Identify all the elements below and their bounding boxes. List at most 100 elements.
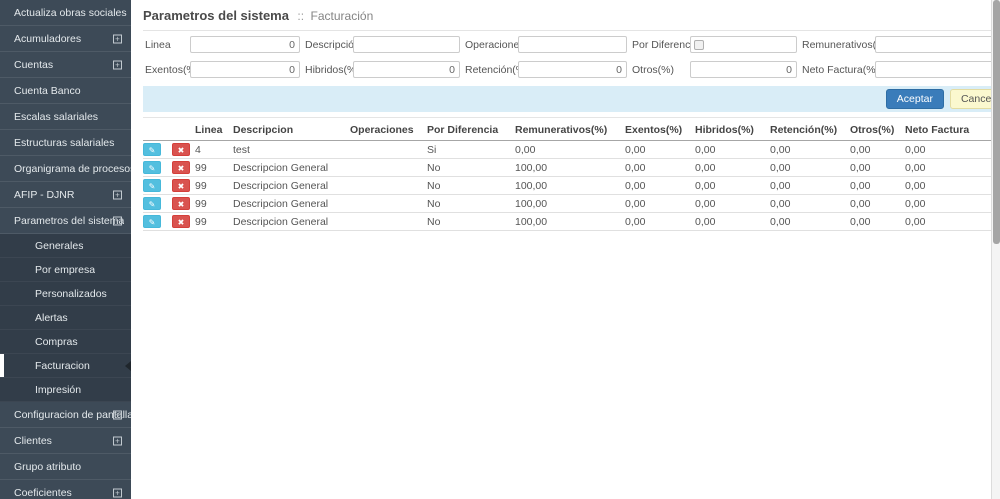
cell-por-diferencia: Si [427, 141, 515, 159]
cell-por-diferencia: No [427, 177, 515, 195]
expand-icon[interactable]: + [113, 410, 122, 419]
sidebar-item-facturacion-active[interactable]: Facturacion [0, 354, 131, 378]
otros-input[interactable] [690, 61, 797, 78]
table-row: ✎ ✖ 99 Descripcion General No 100,00 0,0… [143, 159, 1000, 177]
retencion-label: Retención(%) [463, 64, 518, 76]
edit-row-button[interactable]: ✎ [143, 215, 161, 228]
field-linea: Linea [143, 36, 303, 53]
cell-operaciones [350, 141, 427, 159]
cell-hibridos: 0,00 [695, 177, 770, 195]
sidebar-item-coeficientes[interactable]: Coeficientes + [0, 480, 131, 499]
por-diferencia-checkbox[interactable] [694, 40, 704, 50]
cell-operaciones [350, 159, 427, 177]
cell-linea: 99 [195, 195, 233, 213]
cell-otros: 0,00 [850, 141, 905, 159]
cell-por-diferencia: No [427, 159, 515, 177]
sidebar-item-afip-djnr[interactable]: AFIP - DJNR + [0, 182, 131, 208]
sidebar-item-configuracion-de-pantallas[interactable]: Configuracion de pantallas + [0, 402, 131, 428]
table-header-operaciones: Operaciones [350, 118, 427, 141]
operaciones-input[interactable] [518, 36, 627, 53]
delete-row-button[interactable]: ✖ [172, 161, 190, 174]
page-title: Parametros del sistema [143, 8, 289, 23]
pencil-icon: ✎ [149, 218, 156, 227]
cell-otros: 0,00 [850, 195, 905, 213]
linea-input[interactable] [190, 36, 300, 53]
sidebar-item-escalas-salariales[interactable]: Escalas salariales [0, 104, 131, 130]
vertical-scrollbar-track[interactable] [991, 0, 1000, 499]
remunerativos-input[interactable] [875, 36, 1000, 53]
cell-hibridos: 0,00 [695, 159, 770, 177]
field-hibridos: Hibridos(%) [303, 61, 463, 78]
delete-x-icon: ✖ [178, 182, 185, 191]
delete-row-button[interactable]: ✖ [172, 215, 190, 228]
delete-row-button[interactable]: ✖ [172, 179, 190, 192]
expand-icon[interactable]: + [113, 34, 122, 43]
pencil-icon: ✎ [149, 182, 156, 191]
breadcrumb-separator: :: [297, 9, 304, 23]
sidebar-item-label: AFIP - DJNR [14, 189, 74, 201]
sidebar-item-label: Generales [35, 240, 83, 252]
edit-row-button[interactable]: ✎ [143, 179, 161, 192]
expand-icon[interactable]: + [113, 190, 122, 199]
otros-label: Otros(%) [630, 64, 690, 76]
edit-row-button[interactable]: ✎ [143, 143, 161, 156]
exentos-input[interactable] [190, 61, 300, 78]
accept-button[interactable]: Aceptar [886, 89, 944, 109]
retencion-input[interactable] [518, 61, 627, 78]
delete-row-button[interactable]: ✖ [172, 197, 190, 210]
cell-remunerativos: 100,00 [515, 159, 625, 177]
neto-factura-input[interactable] [875, 61, 1000, 78]
field-exentos: Exentos(%) [143, 61, 303, 78]
edit-row-button[interactable]: ✎ [143, 161, 161, 174]
cell-neto-factura: 0,00 [905, 141, 1000, 159]
cell-exentos: 0,00 [625, 177, 695, 195]
cell-operaciones [350, 213, 427, 231]
sidebar-item-personalizados[interactable]: Personalizados [0, 282, 131, 306]
cell-actions: ✎ [143, 177, 172, 195]
sidebar-item-generales[interactable]: Generales [0, 234, 131, 258]
sidebar-item-compras[interactable]: Compras [0, 330, 131, 354]
linea-label: Linea [143, 39, 190, 51]
expand-icon[interactable]: + [113, 60, 122, 69]
sidebar-item-parametros-del-sistema[interactable]: Parametros del sistema − [0, 208, 131, 234]
table-header-hibridos: Hibridos(%) [695, 118, 770, 141]
sidebar-item-actualiza-obras-sociales[interactable]: Actualiza obras sociales [0, 0, 131, 26]
sidebar-item-label: Estructuras salariales [14, 137, 114, 149]
cell-por-diferencia: No [427, 213, 515, 231]
cell-remunerativos: 100,00 [515, 213, 625, 231]
sidebar-item-estructuras-salariales[interactable]: Estructuras salariales [0, 130, 131, 156]
delete-row-button[interactable]: ✖ [172, 143, 190, 156]
descripcion-input[interactable] [353, 36, 460, 53]
cell-descripcion: Descripcion General [233, 195, 350, 213]
vertical-scrollbar-thumb[interactable] [993, 0, 1000, 244]
sidebar-item-organigrama-de-procesos[interactable]: Organigrama de procesos [0, 156, 131, 182]
hibridos-input[interactable] [353, 61, 460, 78]
collapse-icon[interactable]: − [113, 216, 122, 225]
cell-actions: ✖ [172, 213, 195, 231]
table-row: ✎ ✖ 99 Descripcion General No 100,00 0,0… [143, 213, 1000, 231]
field-remunerativos: Remunerativos(%) [800, 36, 1000, 53]
sidebar-item-cuentas[interactable]: Cuentas + [0, 52, 131, 78]
sidebar-item-alertas[interactable]: Alertas [0, 306, 131, 330]
cell-retencion: 0,00 [770, 159, 850, 177]
sidebar-item-impresion[interactable]: Impresión [0, 378, 131, 402]
cell-retencion: 0,00 [770, 213, 850, 231]
sidebar-item-clientes[interactable]: Clientes + [0, 428, 131, 454]
sidebar-item-grupo-atributo[interactable]: Grupo atributo [0, 454, 131, 480]
sidebar-item-cuenta-banco[interactable]: Cuenta Banco [0, 78, 131, 104]
sidebar-item-label: Parametros del sistema [14, 215, 124, 227]
sidebar-item-label: Grupo atributo [14, 461, 81, 473]
cell-linea: 99 [195, 159, 233, 177]
cell-actions: ✎ [143, 141, 172, 159]
form-row-1: Linea Descripción Operaciones Por Difere… [143, 36, 1000, 53]
table-row: ✎ ✖ 99 Descripcion General No 100,00 0,0… [143, 195, 1000, 213]
sidebar-item-label: Coeficientes [14, 487, 72, 499]
sidebar-item-acumuladores[interactable]: Acumuladores + [0, 26, 131, 52]
edit-row-button[interactable]: ✎ [143, 197, 161, 210]
cell-linea: 4 [195, 141, 233, 159]
cell-descripcion: Descripcion General [233, 159, 350, 177]
sidebar-item-por-empresa[interactable]: Por empresa [0, 258, 131, 282]
cell-operaciones [350, 177, 427, 195]
expand-icon[interactable]: + [113, 488, 122, 497]
expand-icon[interactable]: + [113, 436, 122, 445]
